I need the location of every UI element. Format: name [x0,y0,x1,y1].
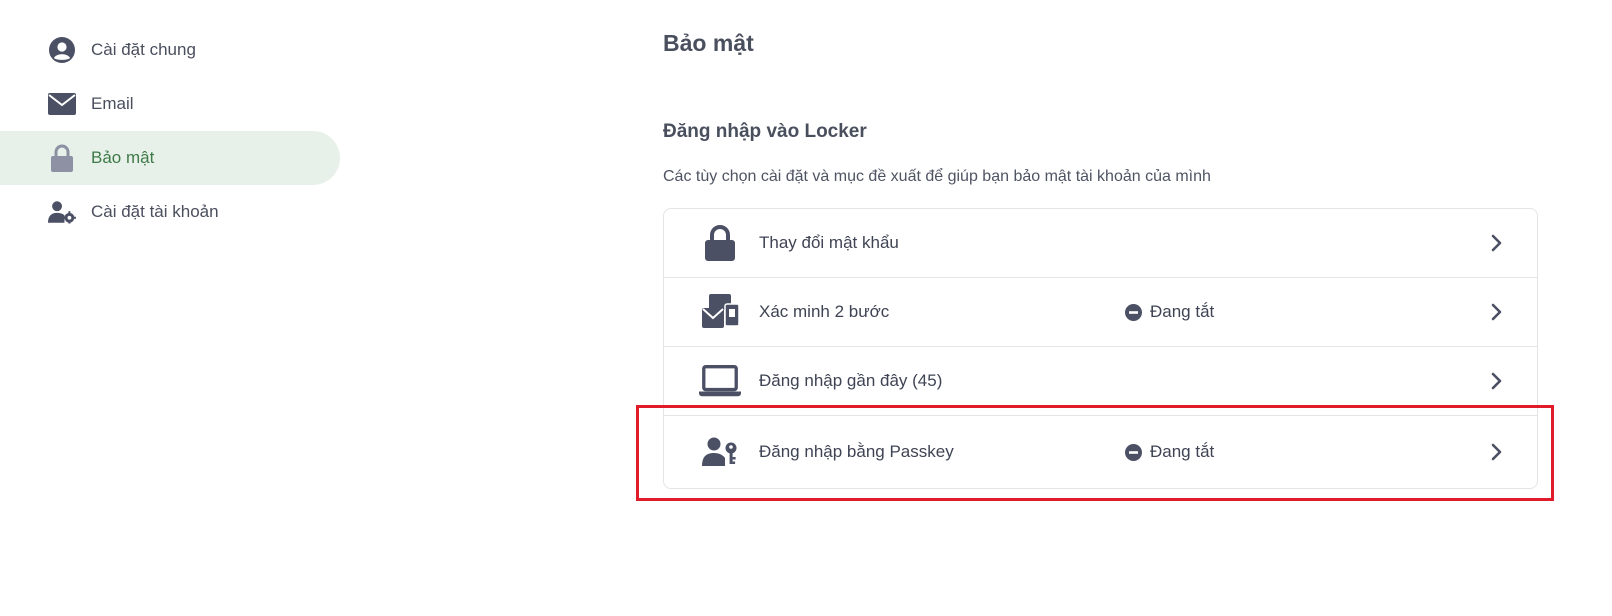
security-options-card: Thay đổi mật khẩu Xác minh 2 bước Đang t… [663,208,1538,489]
two-step-verification-icon [699,292,741,332]
sidebar-item-email[interactable]: Email [0,77,340,131]
minus-circle-icon [1125,443,1142,461]
recent-logins-row[interactable]: Đăng nhập gần đây (45) [664,347,1537,415]
status-text: Đang tắt [1150,302,1215,321]
minus-circle-icon [1125,303,1142,321]
sidebar-item-account-settings[interactable]: Cài đặt tài khoản [0,185,340,239]
chevron-right-icon [1490,443,1504,461]
passkey-login-row[interactable]: Đăng nhập bằng Passkey Đang tắt [664,416,1537,488]
user-key-icon [699,432,741,472]
chevron-right-icon [1490,234,1504,252]
change-password-row[interactable]: Thay đổi mật khẩu [664,209,1537,277]
section-title: Đăng nhập vào Locker [663,121,867,142]
chevron-right-icon [1490,372,1504,390]
status-badge: Đang tắt [1125,302,1214,322]
row-label: Đăng nhập gần đây (45) [759,371,943,390]
status-text: Đang tắt [1150,442,1215,461]
section-description: Các tùy chọn cài đặt và mục đề xuất để g… [663,168,1211,185]
envelope-icon [48,90,76,118]
sidebar-item-general[interactable]: Cài đặt chung [0,23,340,77]
sidebar-item-security[interactable]: Bảo mật [0,131,340,185]
sidebar-item-label: Email [91,94,134,113]
two-step-verification-row[interactable]: Xác minh 2 bước Đang tắt [664,278,1537,346]
page-title: Bảo mật [663,30,754,56]
lock-icon [48,144,76,172]
sidebar-item-label: Bảo mật [91,148,155,167]
laptop-icon [699,361,741,401]
row-label: Xác minh 2 bước [759,302,890,321]
status-badge: Đang tắt [1125,442,1214,462]
user-gear-icon [48,198,76,226]
row-label: Thay đổi mật khẩu [759,233,899,252]
sidebar-item-label: Cài đặt tài khoản [91,202,219,221]
chevron-right-icon [1490,303,1504,321]
settings-sidebar: Cài đặt chung Email Bảo mật Cài đặt tài … [0,23,340,239]
row-label: Đăng nhập bằng Passkey [759,442,954,461]
lock-icon [699,223,741,263]
user-circle-icon [48,36,76,64]
sidebar-item-label: Cài đặt chung [91,40,196,59]
